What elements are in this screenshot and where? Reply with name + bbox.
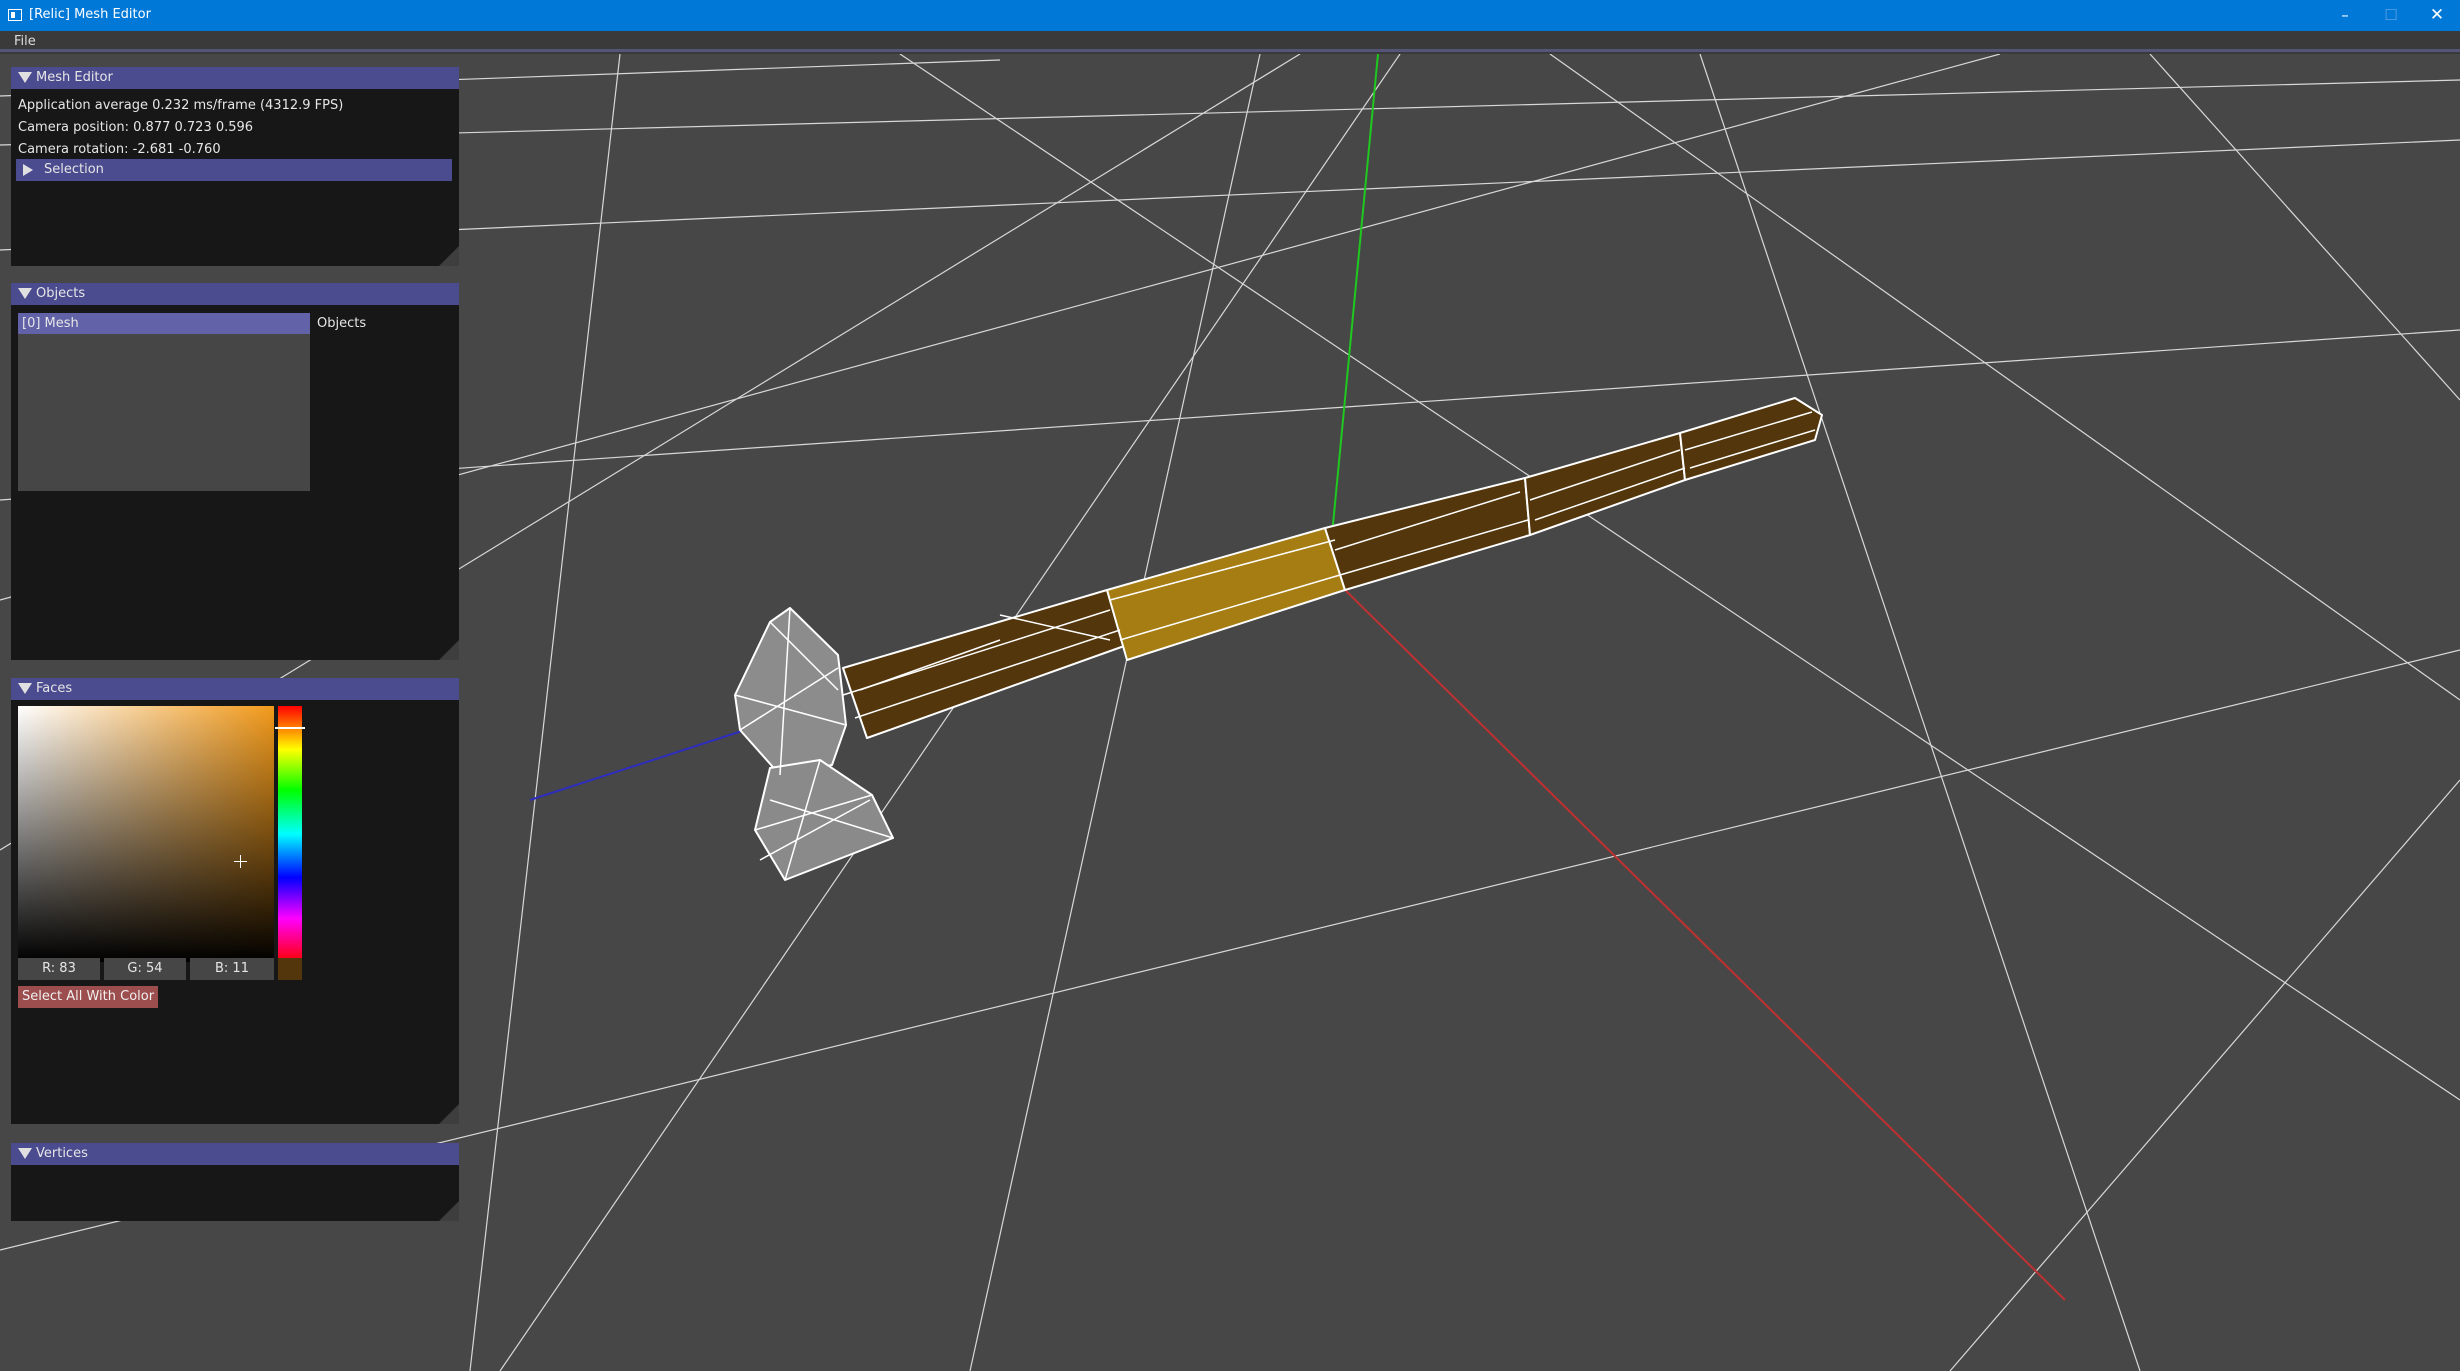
- select-all-with-color-button[interactable]: Select All With Color: [18, 986, 159, 1008]
- app-window-icon: [8, 9, 22, 21]
- resize-grip-icon[interactable]: [439, 640, 459, 660]
- handle-segment-5: [1679, 397, 1823, 481]
- window-titlebar: [Relic] Mesh Editor – ☐ ✕: [0, 0, 2460, 31]
- menu-file[interactable]: File: [14, 34, 36, 49]
- saturation-value-picker[interactable]: [18, 706, 274, 962]
- menubar-divider: [0, 49, 2460, 52]
- green-channel-field[interactable]: G: 54: [104, 958, 186, 980]
- window-title: [Relic] Mesh Editor: [29, 7, 151, 22]
- minimize-button[interactable]: –: [2322, 0, 2368, 31]
- faces-title: Faces: [36, 681, 73, 696]
- axis-z-line: [529, 729, 746, 801]
- axis-x-line: [1339, 584, 2066, 1301]
- faces-panel: Faces R: 83 G: 54 B: 11 Select All With …: [11, 678, 459, 1124]
- collapse-arrow-icon[interactable]: [18, 1148, 32, 1159]
- expand-arrow-icon[interactable]: [23, 164, 33, 176]
- collapse-arrow-icon[interactable]: [18, 72, 32, 83]
- resize-grip-icon[interactable]: [439, 246, 459, 266]
- resize-grip-icon[interactable]: [439, 1104, 459, 1124]
- collapse-arrow-icon[interactable]: [18, 683, 32, 694]
- handle-segment-2-selected: [1106, 527, 1346, 661]
- axis-y-line: [1331, 54, 1379, 536]
- handle-segment-1: [842, 589, 1128, 739]
- vertices-title: Vertices: [36, 1146, 88, 1161]
- mesh-editor-panel: Mesh Editor Application average 0.232 ms…: [11, 67, 459, 266]
- mesh-editor-header[interactable]: Mesh Editor: [11, 67, 459, 89]
- mesh-editor-title: Mesh Editor: [36, 70, 113, 85]
- fps-readout: Application average 0.232 ms/frame (4312…: [18, 98, 344, 113]
- vertices-header[interactable]: Vertices: [11, 1143, 459, 1165]
- handle-segment-4: [1524, 432, 1686, 536]
- crosshair-cursor-icon[interactable]: [234, 855, 247, 868]
- faces-header[interactable]: Faces: [11, 678, 459, 700]
- maximize-button[interactable]: ☐: [2368, 0, 2414, 31]
- selection-label: Selection: [44, 162, 104, 177]
- objects-listbox[interactable]: [0] Mesh: [18, 313, 310, 491]
- objects-list-label: Objects: [317, 316, 367, 331]
- color-preview-swatch[interactable]: [278, 958, 302, 980]
- hue-slider[interactable]: [278, 706, 302, 962]
- camera-position-readout: Camera position: 0.877 0.723 0.596: [18, 120, 254, 135]
- vertices-panel: Vertices: [11, 1143, 459, 1221]
- hammer-mesh: [734, 397, 1823, 881]
- resize-grip-icon[interactable]: [439, 1201, 459, 1221]
- objects-title: Objects: [36, 286, 86, 301]
- list-item-mesh[interactable]: [0] Mesh: [18, 313, 310, 334]
- hammer-head: [734, 607, 847, 776]
- hammer-claw: [754, 759, 894, 881]
- close-button[interactable]: ✕: [2414, 0, 2460, 31]
- handle-segment-3: [1324, 477, 1531, 591]
- objects-panel: Objects [0] Mesh Objects: [11, 283, 459, 660]
- blue-channel-field[interactable]: B: 11: [190, 958, 274, 980]
- selection-collapsible[interactable]: Selection: [16, 159, 452, 181]
- hue-slider-handle[interactable]: [275, 727, 305, 729]
- camera-rotation-readout: Camera rotation: -2.681 -0.760: [18, 142, 221, 157]
- objects-header[interactable]: Objects: [11, 283, 459, 305]
- collapse-arrow-icon[interactable]: [18, 288, 32, 299]
- red-channel-field[interactable]: R: 83: [18, 958, 100, 980]
